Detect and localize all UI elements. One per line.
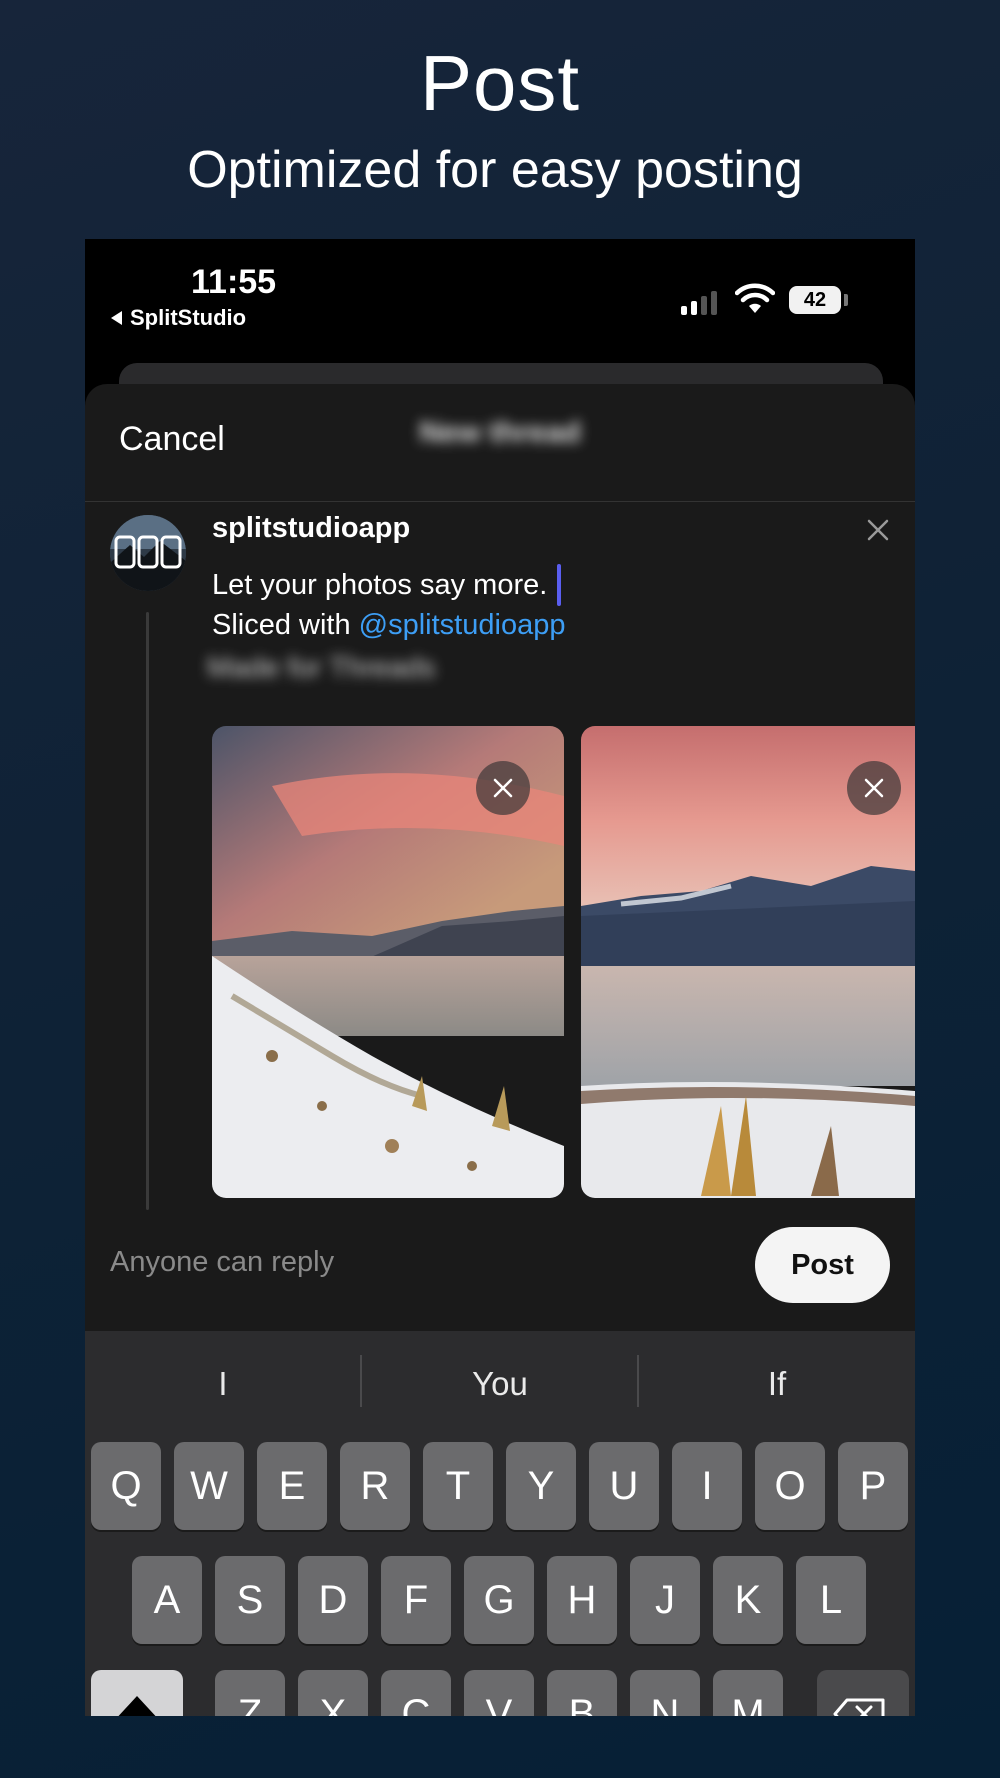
- wifi-icon: [735, 283, 775, 313]
- key-a[interactable]: A: [132, 1556, 202, 1644]
- back-arrow-icon: [111, 311, 122, 325]
- post-text-line3: Made for Threads: [207, 652, 436, 684]
- keyboard: I You If Q W E R T Y U I O P A S D F G H…: [85, 1331, 915, 1716]
- key-h[interactable]: H: [547, 1556, 617, 1644]
- key-p[interactable]: P: [838, 1442, 908, 1530]
- cancel-button[interactable]: Cancel: [119, 420, 225, 459]
- key-i[interactable]: I: [672, 1442, 742, 1530]
- key-r[interactable]: R: [340, 1442, 410, 1530]
- key-o[interactable]: O: [755, 1442, 825, 1530]
- shift-key[interactable]: [91, 1670, 183, 1716]
- key-c[interactable]: C: [381, 1670, 451, 1716]
- battery-icon: 42: [789, 286, 841, 314]
- key-n[interactable]: N: [630, 1670, 700, 1716]
- phone-screenshot: 11:55 SplitStudio 42 Cancel New thread s…: [85, 239, 915, 1716]
- status-time: 11:55: [191, 263, 277, 301]
- hero-subtitle: Optimized for easy posting: [187, 141, 803, 199]
- thread-line: [146, 612, 149, 1210]
- splitstudio-logo-icon: [110, 515, 186, 591]
- key-l[interactable]: L: [796, 1556, 866, 1644]
- mention-link[interactable]: @splitstudioapp: [359, 609, 566, 641]
- key-t[interactable]: T: [423, 1442, 493, 1530]
- photo-slice-2[interactable]: [581, 726, 915, 1198]
- key-x[interactable]: X: [298, 1670, 368, 1716]
- reply-permission-label[interactable]: Anyone can reply: [110, 1246, 334, 1279]
- post-button[interactable]: Post: [755, 1227, 890, 1303]
- key-b[interactable]: B: [547, 1670, 617, 1716]
- close-icon: [864, 778, 884, 798]
- sheet-title: New thread: [419, 416, 581, 449]
- shift-arrow-icon: [118, 1696, 156, 1716]
- avatar: [110, 515, 186, 591]
- suggestion-3[interactable]: If: [639, 1365, 915, 1403]
- key-g[interactable]: G: [464, 1556, 534, 1644]
- close-icon: [493, 778, 513, 798]
- key-z[interactable]: Z: [215, 1670, 285, 1716]
- back-to-app-link[interactable]: SplitStudio: [111, 305, 246, 331]
- post-text-input[interactable]: Let your photos say more.: [212, 564, 562, 606]
- key-w[interactable]: W: [174, 1442, 244, 1530]
- key-k[interactable]: K: [713, 1556, 783, 1644]
- suggestion-2[interactable]: You: [362, 1365, 638, 1403]
- close-icon[interactable]: [865, 517, 891, 543]
- remove-photo-button[interactable]: [476, 761, 530, 815]
- key-e[interactable]: E: [257, 1442, 327, 1530]
- post-text-line2: Sliced with @splitstudioapp: [212, 609, 565, 642]
- key-v[interactable]: V: [464, 1670, 534, 1716]
- key-j[interactable]: J: [630, 1556, 700, 1644]
- post-text-line1: Let your photos say more.: [212, 568, 548, 601]
- key-y[interactable]: Y: [506, 1442, 576, 1530]
- key-f[interactable]: F: [381, 1556, 451, 1644]
- backspace-icon: [833, 1698, 885, 1716]
- header-divider: [85, 501, 915, 502]
- key-q[interactable]: Q: [91, 1442, 161, 1530]
- back-app-label: SplitStudio: [130, 305, 247, 330]
- suggestion-1[interactable]: I: [85, 1365, 361, 1403]
- key-d[interactable]: D: [298, 1556, 368, 1644]
- post-text-prefix: Sliced with: [212, 609, 359, 641]
- delete-key[interactable]: [817, 1670, 909, 1716]
- key-m[interactable]: M: [713, 1670, 783, 1716]
- battery-cap: [844, 294, 848, 306]
- text-caret: [557, 564, 562, 606]
- cellular-signal-icon: [681, 289, 717, 315]
- key-s[interactable]: S: [215, 1556, 285, 1644]
- remove-photo-button[interactable]: [847, 761, 901, 815]
- key-u[interactable]: U: [589, 1442, 659, 1530]
- hero-title: Post: [419, 39, 581, 127]
- photo-slice-1[interactable]: [212, 726, 564, 1198]
- post-username: splitstudioapp: [212, 512, 411, 544]
